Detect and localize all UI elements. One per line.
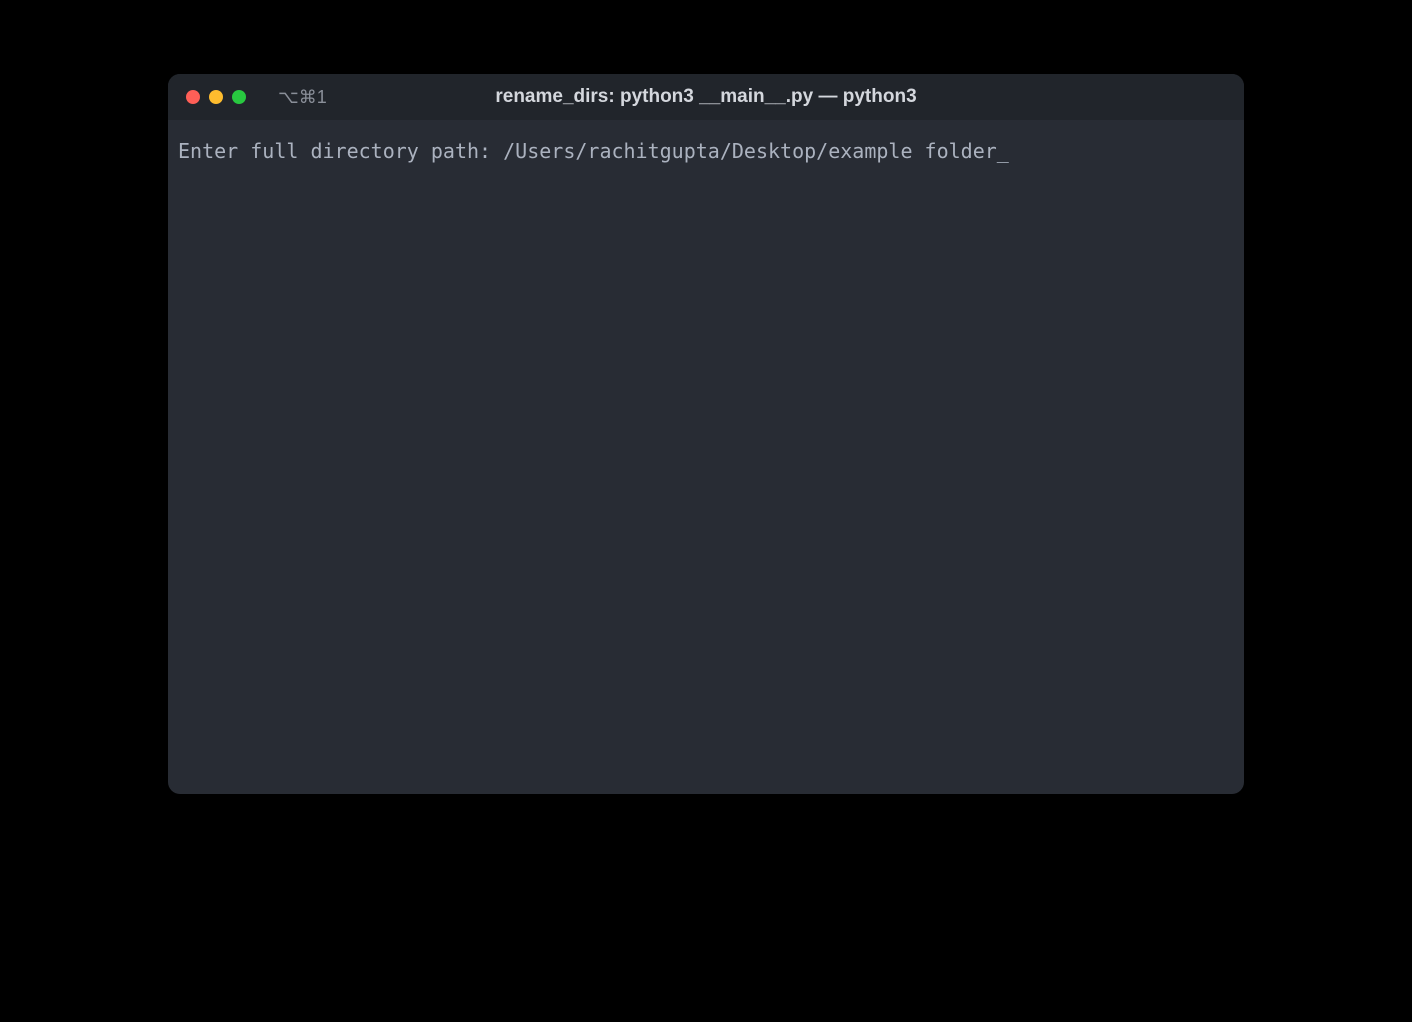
minimize-button[interactable]: [209, 90, 223, 104]
window-titlebar[interactable]: ⌥⌘1 rename_dirs: python3 __main__.py — p…: [168, 74, 1244, 120]
keyboard-shortcut-badge: ⌥⌘1: [278, 87, 327, 108]
close-button[interactable]: [186, 90, 200, 104]
maximize-button[interactable]: [232, 90, 246, 104]
traffic-lights: [186, 90, 246, 104]
terminal-cursor: _: [997, 139, 1009, 163]
prompt-text: Enter full directory path:: [178, 139, 503, 163]
window-title: rename_dirs: python3 __main__.py — pytho…: [495, 86, 916, 108]
terminal-window: ⌥⌘1 rename_dirs: python3 __main__.py — p…: [168, 74, 1244, 794]
terminal-input[interactable]: /Users/rachitgupta/Desktop/example folde…: [503, 139, 997, 163]
terminal-line: Enter full directory path: /Users/rachit…: [178, 136, 1234, 166]
terminal-body[interactable]: Enter full directory path: /Users/rachit…: [168, 120, 1244, 794]
